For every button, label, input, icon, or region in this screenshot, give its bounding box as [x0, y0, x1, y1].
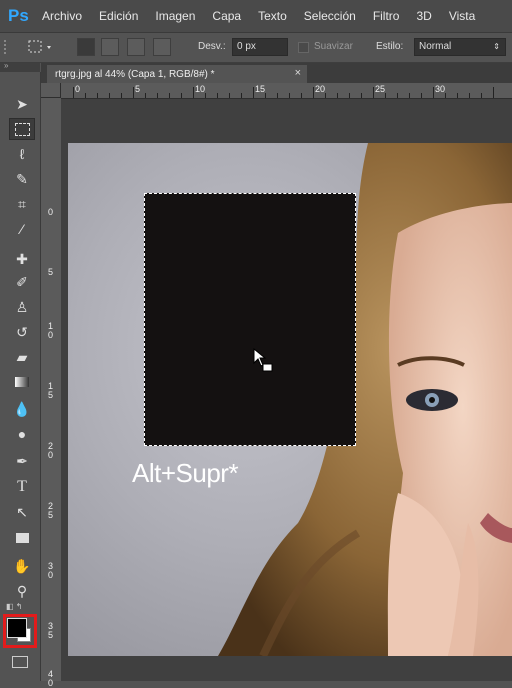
marquee-selection[interactable] [144, 193, 356, 446]
ruler-label: 2 5 [48, 501, 54, 520]
ruler-label: 25 [375, 84, 386, 94]
menu-seleccion[interactable]: Selección [304, 9, 356, 23]
style-select[interactable]: Normal ⇕ [414, 38, 506, 56]
menu-filtro[interactable]: Filtro [373, 9, 400, 23]
pen-tool[interactable]: ✒ [9, 450, 35, 472]
crop-icon: ⌗ [18, 195, 26, 212]
collapse-icon[interactable]: » [4, 61, 8, 70]
quick-mask-icon[interactable] [12, 656, 28, 668]
ruler-label: 3 5 [48, 621, 54, 640]
marquee-preset-icon [28, 40, 51, 53]
feather-label: Desv.: [198, 41, 226, 52]
antialias-checkbox[interactable] [298, 42, 309, 53]
eraser-icon: ▰ [16, 348, 28, 365]
shortcut-caption: Alt+Supr* [132, 458, 239, 488]
lasso-icon: ℓ [19, 146, 25, 162]
lasso-tool[interactable]: ℓ [9, 143, 35, 165]
ruler-label: 5 [48, 267, 54, 277]
gradient-icon [15, 377, 29, 387]
stamp-icon: ♙ [15, 298, 29, 315]
ruler-label: 4 0 [48, 669, 54, 688]
eyedropper-icon: ⁄ [20, 221, 24, 237]
type-tool[interactable]: T [9, 476, 35, 498]
eraser-tool[interactable]: ▰ [9, 346, 35, 368]
brush-icon: ✐ [16, 273, 28, 290]
quick-select-tool[interactable]: ✎ [9, 168, 35, 190]
tools-panel: ➤ ℓ ✎ ⌗ ⁄ ✚ ✐ ♙ ↺ ▰ 💧 ● ✒ T ↖ ✋ ⚲ ◧ ↰ [0, 72, 41, 681]
ruler-label: 10 [195, 84, 206, 94]
move-tool[interactable]: ➤ [9, 93, 35, 115]
tool-preset-picker[interactable] [26, 38, 56, 56]
document-tab-title: rtgrg.jpg al 44% (Capa 1, RGB/8#) * [55, 68, 215, 80]
menu-texto[interactable]: Texto [258, 9, 287, 23]
ruler-label: 0 [48, 207, 54, 217]
blur-tool[interactable]: 💧 [9, 398, 35, 420]
options-grip-icon [4, 40, 12, 54]
rectangle-icon [15, 533, 29, 543]
path-select-tool[interactable]: ↖ [9, 501, 35, 523]
menu-archivo[interactable]: Archivo [42, 9, 82, 23]
subtract-selection-button[interactable] [127, 38, 145, 56]
select-arrows-icon: ⇕ [493, 42, 500, 51]
quick-select-icon: ✎ [16, 170, 28, 187]
ruler-label: 0 [75, 84, 81, 94]
menu-edicion[interactable]: Edición [99, 9, 138, 23]
dodge-tool[interactable]: ● [9, 423, 35, 445]
document-tab-bar: rtgrg.jpg al 44% (Capa 1, RGB/8#) * × [41, 63, 512, 83]
horizontal-ruler[interactable]: 0 5 10 15 20 25 30 [61, 83, 512, 99]
dodge-icon: ● [17, 426, 27, 442]
ruler-label: 2 0 [48, 441, 54, 460]
options-bar: Desv.: 0 px Suavizar Estilo: Normal ⇕ [0, 33, 512, 63]
new-selection-button[interactable] [77, 38, 95, 56]
intersect-selection-button[interactable] [153, 38, 171, 56]
ruler-label: 20 [315, 84, 326, 94]
crop-tool[interactable]: ⌗ [9, 193, 35, 215]
gradient-tool[interactable] [9, 371, 35, 393]
cursor-arrow-icon [253, 348, 273, 372]
blur-icon: 💧 [13, 400, 31, 417]
ruler-label: 3 0 [48, 561, 54, 580]
marquee-tool[interactable] [9, 118, 35, 140]
path-select-icon: ↖ [16, 503, 28, 520]
brush-tool[interactable]: ✐ [9, 271, 35, 293]
hand-tool[interactable]: ✋ [9, 555, 35, 577]
hand-icon: ✋ [13, 557, 31, 574]
zoom-tool[interactable]: ⚲ [9, 580, 35, 602]
ruler-label: 1 5 [48, 381, 54, 400]
add-to-selection-button[interactable] [101, 38, 119, 56]
history-brush-tool[interactable]: ↺ [9, 321, 35, 343]
tools-panel-header[interactable]: » [0, 61, 40, 72]
menu-bar: Ps Archivo Edición Imagen Capa Texto Sel… [0, 0, 512, 33]
type-icon: T [17, 478, 27, 495]
healing-tool[interactable]: ✚ [9, 248, 35, 270]
marquee-icon [14, 122, 30, 136]
antialias-label: Suavizar [314, 41, 353, 52]
history-brush-icon: ↺ [16, 323, 28, 340]
foreground-color-swatch[interactable] [7, 618, 27, 638]
ruler-label: 30 [435, 84, 446, 94]
rectangle-tool[interactable] [9, 527, 35, 549]
ruler-origin[interactable] [41, 83, 61, 98]
photoshop-logo-icon: Ps [8, 6, 29, 25]
menu-3d[interactable]: 3D [416, 9, 431, 23]
style-label: Estilo: [376, 41, 404, 52]
document-tab[interactable]: rtgrg.jpg al 44% (Capa 1, RGB/8#) * × [47, 65, 307, 83]
eyedropper-tool[interactable]: ⁄ [9, 218, 35, 240]
feather-input[interactable]: 0 px [232, 38, 288, 56]
zoom-icon: ⚲ [16, 582, 28, 599]
pen-icon: ✒ [16, 452, 28, 469]
healing-icon: ✚ [16, 250, 28, 267]
menu-capa[interactable]: Capa [212, 9, 241, 23]
style-select-value: Normal [419, 41, 452, 52]
menu-imagen[interactable]: Imagen [155, 9, 195, 23]
default-colors-icon[interactable]: ◧ ↰ [6, 602, 22, 611]
move-icon: ➤ [16, 95, 28, 112]
ruler-label: 1 0 [48, 321, 54, 340]
close-tab-icon[interactable]: × [295, 67, 301, 79]
ruler-label: 15 [255, 84, 266, 94]
ruler-label: 5 [135, 84, 141, 94]
menu-vista[interactable]: Vista [449, 9, 475, 23]
vertical-ruler[interactable]: 0 5 1 0 1 5 2 0 2 5 3 0 3 5 4 0 [41, 98, 62, 688]
stamp-tool[interactable]: ♙ [9, 296, 35, 318]
